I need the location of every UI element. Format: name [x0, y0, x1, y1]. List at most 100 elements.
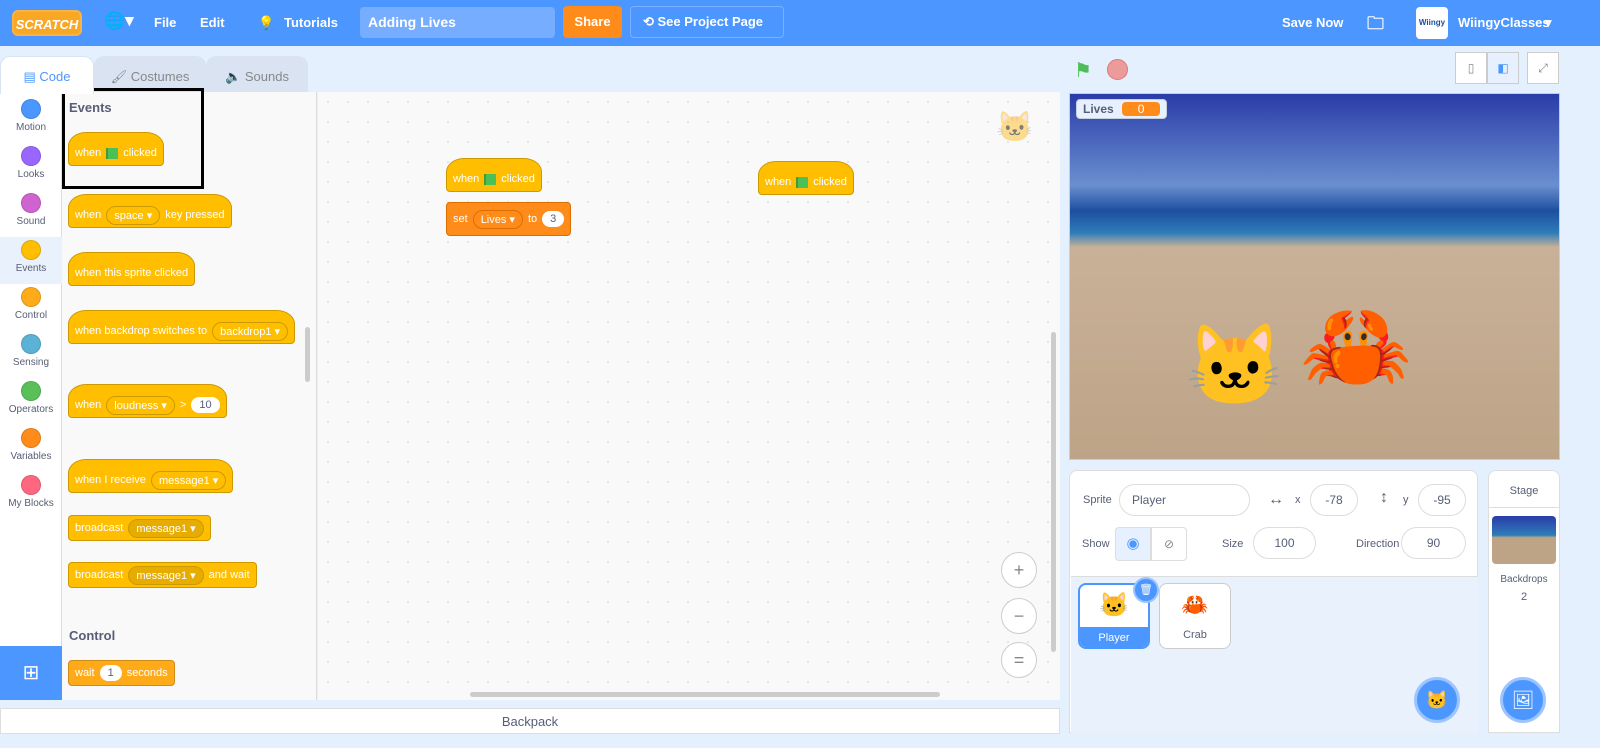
- folder-icon[interactable]: 🗀: [1367, 11, 1384, 40]
- when-loudness-block[interactable]: when loudness ▾ >10: [68, 384, 227, 418]
- message-dropdown[interactable]: message1 ▾: [128, 565, 204, 585]
- x-label: x: [1295, 494, 1301, 506]
- username-menu[interactable]: WiingyClasses: [1458, 15, 1550, 30]
- choose-sprite-icon[interactable]: 🐱: [1414, 677, 1460, 723]
- when-flag-clicked-block[interactable]: when clicked: [446, 158, 542, 192]
- number-input[interactable]: 10: [191, 397, 220, 413]
- size-input[interactable]: 100: [1253, 527, 1316, 559]
- see-project-label: See Project Page: [657, 14, 764, 29]
- variable-dropdown[interactable]: Lives ▾: [472, 209, 523, 229]
- broadcast-and-wait-block[interactable]: broadcast message1 ▾ and wait: [68, 562, 257, 588]
- backdrop-dropdown[interactable]: backdrop1 ▾: [212, 321, 289, 341]
- x-input[interactable]: -78: [1310, 484, 1358, 516]
- share-button[interactable]: Share: [563, 6, 622, 38]
- category-events[interactable]: Events: [0, 237, 62, 284]
- zoom-reset-icon[interactable]: =: [1001, 642, 1037, 678]
- language-globe-icon[interactable]: 🌐▾: [104, 11, 134, 31]
- value-input[interactable]: 3: [542, 211, 565, 227]
- tab-sounds[interactable]: 🔈 Sounds: [206, 56, 308, 94]
- workspace-hscrollbar[interactable]: [470, 692, 940, 697]
- code-workspace[interactable]: when clicked set Lives ▾ to 3 when clicked 🐱: [318, 92, 1060, 700]
- category-label: Control: [14, 310, 48, 321]
- see-project-page-button[interactable]: ⟲ See Project Page: [630, 6, 784, 38]
- stage-canvas[interactable]: Lives 0 🐱 🦀: [1069, 93, 1560, 460]
- category-sensing[interactable]: Sensing: [0, 331, 62, 378]
- small-stage-icon[interactable]: ▯: [1455, 52, 1487, 84]
- file-menu[interactable]: File: [154, 15, 176, 30]
- sprite-name-input[interactable]: Player: [1119, 484, 1250, 516]
- number-input[interactable]: 1: [99, 665, 122, 681]
- category-label: Variables: [10, 451, 52, 462]
- when-i-receive-block[interactable]: when I receive message1 ▾: [68, 459, 234, 493]
- zoom-in-icon[interactable]: +: [1001, 552, 1037, 588]
- avatar[interactable]: Wiingy: [1416, 7, 1448, 39]
- category-looks[interactable]: Looks: [0, 143, 62, 190]
- green-flag-icon[interactable]: ⚑: [1074, 58, 1094, 82]
- block-text: when: [75, 399, 102, 411]
- tutorials-button[interactable]: Tutorials: [284, 15, 338, 30]
- category-dot-icon: [21, 193, 41, 213]
- add-extension-button[interactable]: ⊞: [0, 646, 62, 700]
- sprite-label: Sprite: [1083, 494, 1112, 506]
- delete-sprite-icon[interactable]: 🗑: [1133, 577, 1159, 603]
- message-dropdown[interactable]: message1 ▾: [128, 518, 204, 538]
- block-text: seconds: [126, 667, 168, 679]
- direction-input[interactable]: 90: [1401, 527, 1466, 559]
- cat-sprite[interactable]: 🐱: [1185, 319, 1285, 413]
- message-dropdown[interactable]: message1 ▾: [150, 470, 227, 490]
- block-text: when: [75, 209, 102, 221]
- crab-sprite[interactable]: 🦀: [1300, 294, 1412, 399]
- category-dot-icon: [21, 334, 41, 354]
- speaker-icon: 🔈: [225, 69, 245, 84]
- dropdown-value: message1: [136, 522, 188, 535]
- fullscreen-icon[interactable]: ⤢: [1527, 52, 1559, 84]
- normal-stage-icon[interactable]: ◧: [1487, 52, 1519, 84]
- broadcast-block[interactable]: broadcast message1 ▾: [68, 515, 211, 541]
- block-text: when backdrop switches to: [75, 325, 208, 337]
- project-title-input[interactable]: Adding Lives: [360, 7, 555, 38]
- category-label: Sensing: [12, 357, 50, 368]
- palette-scrollbar[interactable]: [305, 327, 310, 382]
- block-text: >: [179, 399, 187, 411]
- sprite-thumb-crab[interactable]: 🦀 Crab: [1159, 583, 1231, 649]
- code-icon: ▤: [23, 69, 40, 84]
- tab-code[interactable]: ▤ Code: [0, 56, 94, 94]
- category-dot-icon: [21, 99, 41, 119]
- when-backdrop-switches-block[interactable]: when backdrop switches to backdrop1 ▾: [68, 310, 296, 344]
- wait-block[interactable]: wait 1 seconds: [68, 660, 175, 686]
- category-sound[interactable]: Sound: [0, 190, 62, 237]
- edit-menu[interactable]: Edit: [200, 15, 225, 30]
- sprite-name: Crab: [1183, 629, 1207, 641]
- category-operators[interactable]: Operators: [0, 378, 62, 425]
- backpack[interactable]: Backpack: [0, 708, 1060, 734]
- brush-icon: 🖌: [110, 69, 131, 84]
- show-visible-icon[interactable]: ◉: [1115, 527, 1151, 561]
- y-input[interactable]: -95: [1418, 484, 1466, 516]
- save-now-button[interactable]: Save Now: [1282, 15, 1343, 30]
- hide-icon[interactable]: ⊘: [1151, 527, 1187, 561]
- block-text: when this sprite clicked: [75, 267, 189, 279]
- category-motion[interactable]: Motion: [0, 96, 62, 143]
- category-variables[interactable]: Variables: [0, 425, 62, 472]
- choose-backdrop-icon[interactable]: 🖼: [1500, 677, 1546, 723]
- dropdown-value: loudness: [114, 399, 159, 412]
- scratch-logo[interactable]: SCRATCH: [12, 10, 82, 36]
- zoom-out-icon[interactable]: −: [1001, 598, 1037, 634]
- loudness-dropdown[interactable]: loudness ▾: [106, 395, 175, 415]
- category-control[interactable]: Control: [0, 284, 62, 331]
- stop-icon[interactable]: [1107, 59, 1128, 80]
- lightbulb-icon: 💡: [258, 15, 275, 30]
- workspace-vscrollbar[interactable]: [1051, 332, 1056, 652]
- when-key-pressed-block[interactable]: when space ▾ key pressed: [68, 194, 232, 228]
- when-sprite-clicked-block[interactable]: when this sprite clicked: [68, 252, 196, 286]
- when-flag-clicked-block-2[interactable]: when clicked: [758, 161, 854, 195]
- category-label: Events: [15, 263, 47, 274]
- key-dropdown[interactable]: space ▾: [106, 205, 161, 225]
- sprite-cat-icon: 🐱: [996, 111, 1034, 144]
- set-variable-block[interactable]: set Lives ▾ to 3: [446, 202, 572, 236]
- category-label: Operators: [8, 404, 54, 415]
- chevron-down-icon[interactable]: ▾: [1545, 15, 1552, 31]
- block-text: wait: [75, 667, 95, 679]
- backdrops-count: 2: [1520, 591, 1528, 603]
- category-my-blocks[interactable]: My Blocks: [0, 472, 62, 519]
